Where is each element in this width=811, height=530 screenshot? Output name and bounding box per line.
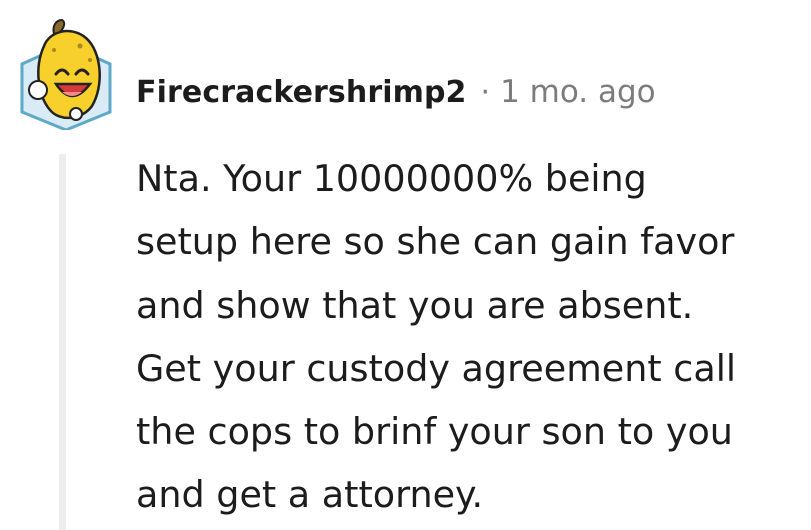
banana-avatar-icon xyxy=(20,18,112,132)
comment-body-line: and get a attorney. xyxy=(136,473,484,517)
comment-header: Firecrackershrimp2 · 1 mo. ago xyxy=(136,70,656,114)
comment-timestamp[interactable]: 1 mo. ago xyxy=(500,74,656,110)
username-link[interactable]: Firecrackershrimp2 xyxy=(136,75,467,110)
comment-body-line: Nta. Your 10000000% being xyxy=(136,157,647,200)
user-avatar[interactable] xyxy=(10,16,122,132)
meta-separator: · xyxy=(480,74,491,110)
comment: Firecrackershrimp2 · 1 mo. ago Nta. Your… xyxy=(0,0,811,530)
comment-body-line: Get your custody agreement call xyxy=(136,346,736,390)
comment-body: Nta. Your 10000000% being setup here so … xyxy=(136,147,808,527)
comment-body-line: and show that you are absent. xyxy=(136,283,694,327)
comment-body-line: the cops to brinf your son to you xyxy=(136,410,733,454)
comment-body-line: setup here so she can gain favor xyxy=(136,220,735,264)
thread-collapse-line[interactable] xyxy=(59,154,66,530)
